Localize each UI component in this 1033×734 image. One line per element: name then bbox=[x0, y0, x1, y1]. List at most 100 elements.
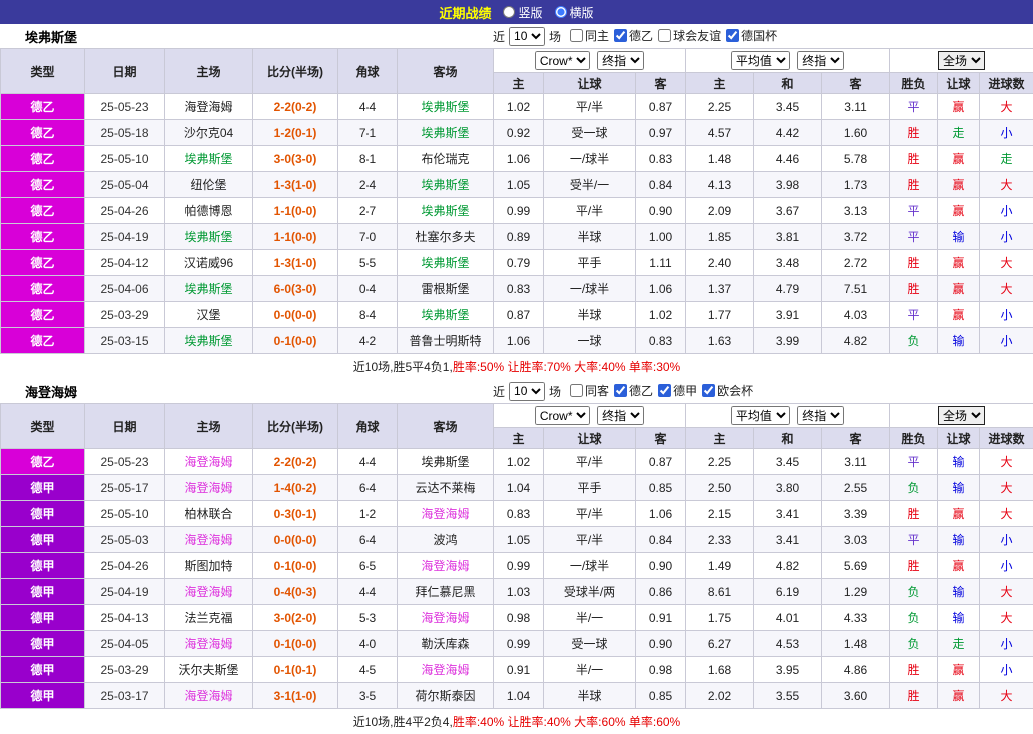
full-game-select[interactable]: 全场 bbox=[938, 51, 985, 70]
avg-draw-odds: 3.91 bbox=[754, 302, 822, 328]
match-rows: 德乙25-05-23海登海姆2-2(0-2)4-4埃弗斯堡1.02平/半0.87… bbox=[1, 449, 1033, 709]
score-cell: 1-1(0-0) bbox=[253, 224, 338, 250]
avg-away-odds: 5.78 bbox=[822, 146, 890, 172]
col-home: 主场 bbox=[165, 404, 253, 449]
filter-option-德乙[interactable]: 德乙 bbox=[614, 382, 653, 399]
avg-away-odds: 2.55 bbox=[822, 475, 890, 501]
date-cell: 25-05-18 bbox=[85, 120, 165, 146]
competition-label: 德国杯 bbox=[741, 27, 777, 44]
avg-home-odds: 4.13 bbox=[686, 172, 754, 198]
handicap-away-odds: 0.97 bbox=[636, 120, 686, 146]
avg-home-odds: 2.25 bbox=[686, 94, 754, 120]
filter-option-同主[interactable]: 同主 bbox=[570, 27, 609, 44]
avg-draw-odds: 3.95 bbox=[754, 657, 822, 683]
home-team-cell: 海登海姆 bbox=[165, 94, 253, 120]
corner-cell: 0-4 bbox=[338, 276, 398, 302]
vertical-radio[interactable] bbox=[503, 6, 515, 18]
avg-home-odds: 1.75 bbox=[686, 605, 754, 631]
corner-cell: 2-4 bbox=[338, 172, 398, 198]
avg-home-odds: 8.61 bbox=[686, 579, 754, 605]
handicap-away-odds: 0.87 bbox=[636, 449, 686, 475]
away-team-cell: 海登海姆 bbox=[398, 553, 494, 579]
league-cell: 德甲 bbox=[1, 631, 85, 657]
filter-option-球会友谊[interactable]: 球会友谊 bbox=[658, 27, 721, 44]
avg-away-odds: 1.60 bbox=[822, 120, 890, 146]
result-goals: 小 bbox=[980, 631, 1033, 657]
avg-away-odds: 4.82 bbox=[822, 328, 890, 354]
league-cell: 德乙 bbox=[1, 449, 85, 475]
match-row: 德乙25-04-19埃弗斯堡1-1(0-0)7-0杜塞尔多夫0.89半球1.00… bbox=[1, 224, 1033, 250]
corner-cell: 4-0 bbox=[338, 631, 398, 657]
avg-home-odds: 2.50 bbox=[686, 475, 754, 501]
result-goals: 大 bbox=[980, 605, 1033, 631]
average-select[interactable]: 平均值 bbox=[731, 51, 790, 70]
summary-line: 近10场,胜4平2负4, 胜率:40% 让胜率:40% 大率:60% 单率:60… bbox=[0, 709, 1033, 734]
match-row: 德乙25-03-29汉堡0-0(0-0)8-4埃弗斯堡0.87半球1.021.7… bbox=[1, 302, 1033, 328]
match-count-select[interactable]: 10 bbox=[509, 27, 545, 46]
odds-provider-select[interactable]: Crow* bbox=[535, 51, 590, 70]
handicap-home-odds: 0.92 bbox=[494, 120, 544, 146]
league-cell: 德乙 bbox=[1, 328, 85, 354]
score-cell: 6-0(3-0) bbox=[253, 276, 338, 302]
competition-checkbox[interactable] bbox=[614, 29, 627, 42]
full-game-select[interactable]: 全场 bbox=[938, 406, 985, 425]
result-handicap: 赢 bbox=[938, 250, 980, 276]
league-cell: 德乙 bbox=[1, 172, 85, 198]
average-select[interactable]: 平均值 bbox=[731, 406, 790, 425]
col-avg-away: 客 bbox=[822, 428, 890, 449]
result-goals: 大 bbox=[980, 501, 1033, 527]
competition-checkbox[interactable] bbox=[658, 29, 671, 42]
filter-option-欧会杯[interactable]: 欧会杯 bbox=[702, 382, 753, 399]
odds-time-select[interactable]: 终指 bbox=[597, 51, 644, 70]
score-cell: 0-4(0-3) bbox=[253, 579, 338, 605]
avg-away-odds: 4.33 bbox=[822, 605, 890, 631]
competition-checkbox[interactable] bbox=[702, 384, 715, 397]
filter-option-德国杯[interactable]: 德国杯 bbox=[726, 27, 777, 44]
handicap-away-odds: 1.06 bbox=[636, 276, 686, 302]
summary-record: 近10场,胜4平2负4, bbox=[353, 713, 453, 730]
odds-provider-select[interactable]: Crow* bbox=[535, 406, 590, 425]
match-count-select[interactable]: 10 bbox=[509, 382, 545, 401]
filter-option-德乙[interactable]: 德乙 bbox=[614, 27, 653, 44]
competition-checkbox[interactable] bbox=[570, 29, 583, 42]
average-time-select[interactable]: 终指 bbox=[797, 51, 844, 70]
home-team-cell: 海登海姆 bbox=[165, 449, 253, 475]
result-handicap: 赢 bbox=[938, 146, 980, 172]
odds-time-select[interactable]: 终指 bbox=[597, 406, 644, 425]
handicap-away-odds: 0.90 bbox=[636, 631, 686, 657]
avg-home-odds: 1.37 bbox=[686, 276, 754, 302]
col-odds-away: 客 bbox=[636, 73, 686, 94]
col-score: 比分(半场) bbox=[253, 404, 338, 449]
filter-option-同客[interactable]: 同客 bbox=[570, 382, 609, 399]
col-home: 主场 bbox=[165, 49, 253, 94]
avg-away-odds: 3.13 bbox=[822, 198, 890, 224]
layout-option-vertical[interactable]: 竖版 bbox=[503, 4, 542, 21]
layout-option-horizontal[interactable]: 横版 bbox=[555, 4, 594, 21]
competition-checkbox[interactable] bbox=[726, 29, 739, 42]
result-outcome: 胜 bbox=[890, 120, 938, 146]
filter-option-德甲[interactable]: 德甲 bbox=[658, 382, 697, 399]
competition-checkbox[interactable] bbox=[658, 384, 671, 397]
league-cell: 德甲 bbox=[1, 501, 85, 527]
avg-draw-odds: 4.42 bbox=[754, 120, 822, 146]
score-cell: 0-1(0-0) bbox=[253, 553, 338, 579]
result-outcome: 胜 bbox=[890, 553, 938, 579]
result-goals: 大 bbox=[980, 579, 1033, 605]
corner-cell: 1-2 bbox=[338, 501, 398, 527]
horizontal-radio[interactable] bbox=[555, 6, 567, 18]
competition-checkbox[interactable] bbox=[570, 384, 583, 397]
average-time-select[interactable]: 终指 bbox=[797, 406, 844, 425]
competition-label: 德甲 bbox=[673, 382, 697, 399]
competition-checkbox[interactable] bbox=[614, 384, 627, 397]
away-team-cell: 埃弗斯堡 bbox=[398, 302, 494, 328]
score-cell: 1-2(0-1) bbox=[253, 120, 338, 146]
handicap-home-odds: 1.04 bbox=[494, 683, 544, 709]
col-type: 类型 bbox=[1, 49, 85, 94]
avg-draw-odds: 3.99 bbox=[754, 328, 822, 354]
corner-cell: 3-5 bbox=[338, 683, 398, 709]
away-team-cell: 埃弗斯堡 bbox=[398, 172, 494, 198]
avg-away-odds: 1.73 bbox=[822, 172, 890, 198]
result-goals: 大 bbox=[980, 449, 1033, 475]
summary-stats: 胜率:50% 让胜率:70% 大率:40% 单率:30% bbox=[453, 358, 680, 375]
avg-draw-odds: 4.46 bbox=[754, 146, 822, 172]
